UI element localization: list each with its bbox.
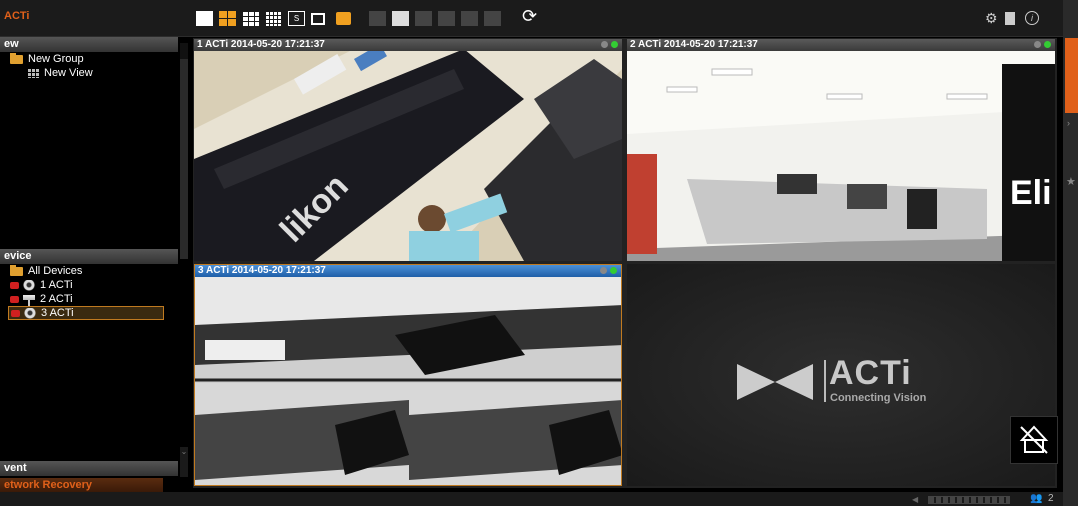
ptz-5-icon bbox=[461, 10, 478, 26]
video-3-feed bbox=[195, 277, 621, 485]
video-2-status bbox=[1034, 41, 1051, 48]
tree-item-device[interactable]: 2 ACTi bbox=[10, 292, 73, 306]
window-layout-icon bbox=[311, 13, 325, 25]
top-toolbar: ACTi S ⟳ ⚙ i bbox=[0, 0, 1063, 37]
video-tile-4-empty[interactable]: ACTi Connecting Vision bbox=[627, 264, 1055, 486]
ptz-1-button[interactable] bbox=[369, 10, 386, 26]
camera-dome-icon bbox=[23, 279, 35, 291]
floating-action-button[interactable] bbox=[1010, 416, 1058, 464]
tree-item-all-devices[interactable]: All Devices bbox=[10, 264, 82, 278]
quad-layout-button[interactable] bbox=[219, 10, 236, 26]
event-panel-header: vent bbox=[0, 461, 178, 476]
document-icon bbox=[1005, 11, 1015, 25]
alert-button[interactable] bbox=[336, 10, 351, 26]
chevron-down-icon[interactable]: ⌄ bbox=[180, 447, 188, 477]
tree-item-new-view[interactable]: New View bbox=[27, 66, 93, 80]
refresh-icon: ⟳ bbox=[522, 5, 538, 26]
volume-slider[interactable] bbox=[928, 496, 1010, 504]
alert-icon bbox=[336, 11, 351, 25]
logo-name: ACTi bbox=[829, 354, 912, 392]
ptz-3-icon bbox=[415, 10, 432, 26]
tree-item-device[interactable]: 1 ACTi bbox=[10, 278, 73, 292]
ptz-5-button[interactable] bbox=[461, 10, 478, 26]
ptz-1-icon bbox=[369, 10, 386, 26]
users-icon: 👥 bbox=[1030, 493, 1043, 504]
nine-layout-icon bbox=[242, 10, 259, 26]
settings-gear-icon: ⚙ bbox=[985, 9, 998, 26]
sixteen-layout-icon bbox=[265, 10, 282, 26]
logo-tagline: Connecting Vision bbox=[830, 392, 927, 404]
video-1-status bbox=[601, 41, 618, 48]
device-label: 3 ACTi bbox=[41, 307, 74, 319]
video-1-feed: likon bbox=[194, 39, 622, 261]
single-layout-icon bbox=[196, 10, 213, 26]
s-layout-button[interactable]: S bbox=[288, 10, 305, 26]
event-item[interactable]: etwork Recovery bbox=[0, 478, 163, 492]
side-star-icon[interactable]: ★ bbox=[1066, 175, 1076, 188]
s-layout-icon: S bbox=[288, 10, 305, 26]
ptz-2-button[interactable] bbox=[392, 10, 409, 26]
recording-icon bbox=[10, 295, 19, 303]
folder-icon bbox=[10, 52, 23, 64]
tree-item-new-group[interactable]: New Group bbox=[10, 52, 84, 66]
video-2-feed: Eli bbox=[627, 39, 1055, 261]
video-3-status bbox=[600, 267, 617, 274]
info-button[interactable]: i bbox=[1025, 10, 1039, 26]
volume-icon[interactable]: ◀ bbox=[912, 495, 922, 504]
home-crossed-icon bbox=[1019, 425, 1049, 454]
camera-dome-icon bbox=[24, 307, 36, 319]
recording-icon bbox=[11, 309, 20, 317]
sixteen-layout-button[interactable] bbox=[265, 10, 282, 26]
ptz-6-icon bbox=[484, 10, 501, 26]
info-icon: i bbox=[1025, 11, 1039, 25]
ptz-4-icon bbox=[438, 10, 455, 26]
device-panel-header: evice bbox=[0, 249, 178, 264]
user-count: 2 bbox=[1048, 493, 1054, 504]
camera-bullet-icon bbox=[23, 294, 35, 306]
video-1-title: 1 ACTi 2014-05-20 17:21:37 bbox=[194, 39, 622, 51]
device-label: 2 ACTi bbox=[40, 293, 73, 305]
video-tile-3[interactable]: 3 ACTi 2014-05-20 17:21:37 bbox=[194, 264, 622, 486]
nine-layout-button[interactable] bbox=[242, 10, 259, 26]
view-scrollbar[interactable] bbox=[180, 43, 188, 259]
left-panel: ew New Group New View evice All Devices … bbox=[0, 37, 190, 492]
single-layout-button[interactable] bbox=[196, 10, 213, 26]
svg-text:Eli: Eli bbox=[1010, 174, 1052, 212]
app-brand: ACTi bbox=[4, 10, 30, 22]
folder-icon bbox=[10, 264, 23, 276]
document-button[interactable] bbox=[1005, 10, 1015, 26]
video-tile-2[interactable]: 2 ACTi 2014-05-20 17:21:37 Eli bbox=[627, 39, 1055, 261]
ptz-4-button[interactable] bbox=[438, 10, 455, 26]
quad-layout-icon bbox=[219, 10, 236, 26]
status-bar: ◀ 👥 2 bbox=[0, 492, 1063, 506]
view-panel-header: ew bbox=[0, 37, 178, 52]
ptz-6-button[interactable] bbox=[484, 10, 501, 26]
settings-button[interactable]: ⚙ bbox=[985, 10, 998, 26]
video-tile-1[interactable]: 1 ACTi 2014-05-20 17:21:37 likon bbox=[194, 39, 622, 261]
view-scrollbar-thumb[interactable] bbox=[180, 59, 188, 259]
video-3-title: 3 ACTi 2014-05-20 17:21:37 bbox=[195, 265, 621, 277]
device-label: 1 ACTi bbox=[40, 279, 73, 291]
refresh-button[interactable]: ⟳ bbox=[522, 5, 538, 26]
ptz-2-icon bbox=[392, 10, 409, 26]
video-2-title: 2 ACTi 2014-05-20 17:21:37 bbox=[627, 39, 1055, 51]
side-tab-active[interactable] bbox=[1065, 38, 1078, 113]
side-arrow-icon[interactable]: › bbox=[1067, 118, 1070, 128]
recording-icon bbox=[10, 281, 19, 289]
tree-item-device[interactable]: 3 ACTi bbox=[8, 306, 164, 320]
grid-view-icon bbox=[27, 68, 39, 78]
window-layout-button[interactable] bbox=[311, 10, 325, 26]
ptz-3-button[interactable] bbox=[415, 10, 432, 26]
right-side-strip: › ★ bbox=[1063, 0, 1078, 506]
